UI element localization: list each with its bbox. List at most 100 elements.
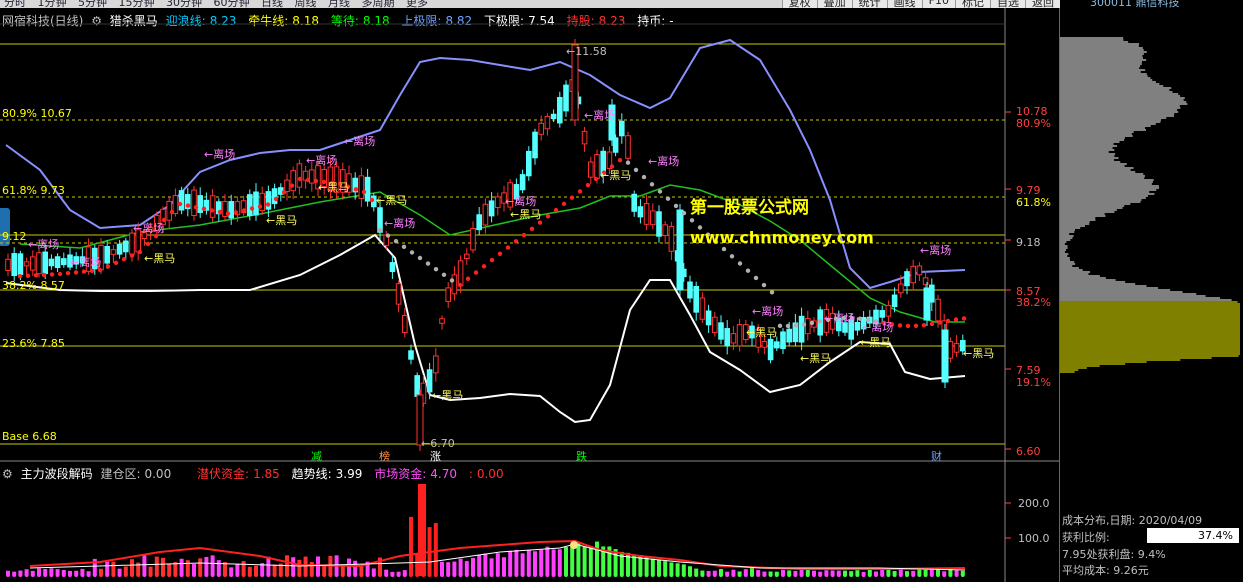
sub-dot (570, 573, 575, 577)
exit-signal-label: ←离场 (344, 135, 376, 148)
signal-dot (617, 158, 623, 163)
sub-dot (849, 573, 854, 577)
signal-dot (385, 233, 391, 238)
signal-dot (441, 272, 447, 277)
sub-bar (539, 549, 544, 575)
candle (650, 203, 656, 230)
candle (631, 190, 638, 217)
kline-chart[interactable] (0, 0, 1059, 582)
black-horse-label: ←黑马 (266, 214, 298, 227)
sub-dot (508, 573, 513, 577)
sub-dot (223, 573, 227, 577)
sub-dot (136, 573, 141, 577)
sub-dot (700, 573, 705, 577)
right-title-bar: 300011 鼎信科技 (1060, 0, 1243, 8)
black-horse-label: ←黑马 (963, 347, 995, 360)
sub-dot (669, 573, 674, 577)
sub-dot (644, 573, 649, 577)
candle (588, 156, 594, 185)
sub-dot (905, 573, 909, 577)
sub-indicator-name[interactable]: 主力波段解码 (21, 467, 93, 481)
candle (36, 248, 42, 278)
signal-dot (425, 261, 431, 266)
signal-dot (249, 206, 255, 211)
sub-bar (130, 559, 134, 575)
sub-dot (495, 573, 500, 577)
sub-dot (725, 573, 730, 577)
signal-dot (897, 323, 903, 328)
signal-dot (737, 261, 743, 266)
sub-dot (799, 573, 804, 577)
candle (538, 115, 545, 141)
sub-bar (526, 550, 531, 575)
sub-dot (254, 573, 258, 577)
candle (495, 192, 501, 216)
sub-dot (607, 573, 612, 577)
sub-bar (241, 561, 246, 575)
sub-dot (167, 573, 172, 577)
event-label-1[interactable]: 榜 (379, 448, 390, 464)
sub-dot (117, 573, 122, 577)
sub-bar (576, 543, 581, 575)
candle (705, 304, 712, 333)
sub-dot (216, 573, 221, 577)
sub-dot (756, 573, 761, 577)
candle (445, 282, 451, 308)
sub-dot (576, 573, 581, 577)
sub-dot (278, 573, 283, 577)
signal-dot (521, 232, 527, 238)
signal-dot (689, 218, 695, 223)
sub-bar (502, 557, 506, 575)
sub-bar (520, 553, 525, 575)
sub-dot (378, 573, 382, 577)
sub-dot (210, 573, 215, 577)
signal-dot (761, 282, 767, 288)
sub-dot (582, 573, 587, 577)
candle (699, 292, 706, 323)
sub-bar (433, 523, 438, 575)
exit-signal-label: ←离场 (648, 155, 680, 168)
sub-dot (960, 573, 965, 577)
sub-dot (409, 573, 413, 577)
event-label-4[interactable]: 财 (931, 448, 942, 464)
signal-dot (681, 210, 687, 216)
sub-dot (954, 573, 959, 577)
event-label-3[interactable]: 跌 (576, 448, 587, 464)
sub-dot (911, 573, 916, 577)
signal-dot (673, 203, 679, 209)
event-label-0[interactable]: 减 (311, 448, 322, 464)
sub-dot (948, 573, 953, 577)
sub-legend-market: 市场资金: 4.70 (374, 467, 457, 481)
sub-gear-icon[interactable]: ⚙ (2, 467, 13, 481)
sub-dot (880, 573, 885, 577)
candle (519, 169, 526, 194)
sub-dot (824, 573, 829, 577)
signal-dot (201, 206, 207, 211)
candle (30, 250, 36, 276)
candle (687, 275, 693, 303)
sub-dot (433, 573, 438, 577)
event-label-2[interactable]: 涨 (430, 448, 441, 464)
fib-label-236: 23.6% 7.85 (2, 337, 65, 350)
sub-dot (80, 573, 85, 577)
signal-dot (657, 189, 663, 194)
sub-dot (260, 573, 265, 577)
candle (358, 167, 365, 208)
sub-dot (731, 573, 736, 577)
sub-dot (396, 573, 401, 577)
candle (433, 347, 439, 382)
sub-dot (6, 573, 10, 577)
sub-dot (818, 573, 823, 577)
black-horse-label: ←黑马 (600, 169, 632, 182)
sub-dot (917, 573, 922, 577)
signal-dot (65, 271, 71, 276)
sub-bar (483, 553, 488, 575)
candle (197, 187, 203, 218)
exit-signal-label: ←离场 (920, 244, 952, 257)
exit-signal-label: ←离场 (824, 312, 856, 325)
signal-dot (585, 182, 591, 188)
right-axis-label-3: 61.8% (1016, 196, 1051, 209)
signal-dot (25, 273, 31, 278)
signal-dot (401, 244, 407, 249)
candle (526, 146, 532, 181)
